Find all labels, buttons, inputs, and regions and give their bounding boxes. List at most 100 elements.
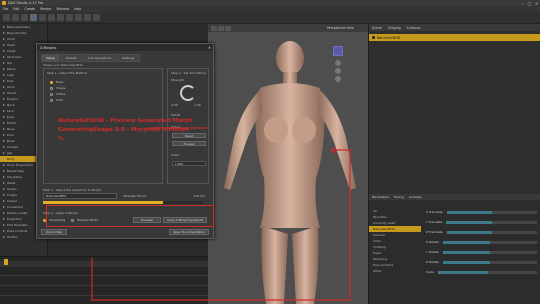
timeline[interactable] <box>0 256 208 304</box>
radio-icon[interactable] <box>50 92 53 96</box>
expand-arrow-icon[interactable] <box>3 56 5 58</box>
expand-arrow-icon[interactable] <box>3 38 5 40</box>
expand-arrow-icon[interactable] <box>3 104 5 106</box>
expand-arrow-icon[interactable] <box>3 176 5 178</box>
playhead-icon[interactable] <box>4 259 8 265</box>
tree-item-label: Chest <box>7 49 16 53</box>
tab-setup[interactable]: Setup <box>41 54 60 62</box>
method-option[interactable]: Push <box>50 97 66 103</box>
tree-item-label: Calves <box>7 199 17 203</box>
parameter-category[interactable]: Other <box>369 268 421 274</box>
open-documentation-button[interactable]: Open Documentation <box>169 229 209 235</box>
dialog-description: Shape your NatureGirl8HD <box>43 63 83 67</box>
expand-arrow-icon[interactable] <box>3 44 5 46</box>
expand-arrow-icon[interactable] <box>3 218 5 220</box>
select-tool-icon[interactable] <box>30 14 37 21</box>
open-icon[interactable] <box>12 14 19 21</box>
menu-edit[interactable]: Edit <box>13 7 19 11</box>
expand-arrow-icon[interactable] <box>3 134 5 136</box>
tree-item-label: Pelvis <box>7 67 16 71</box>
expand-arrow-icon[interactable] <box>3 74 5 76</box>
strength-bar[interactable] <box>43 201 203 204</box>
draw-style-icon[interactable] <box>218 25 224 31</box>
render-icon[interactable] <box>84 14 91 21</box>
parameter-slider[interactable] <box>442 250 537 254</box>
expand-arrow-icon[interactable] <box>3 122 5 124</box>
expand-arrow-icon[interactable] <box>3 110 5 112</box>
morph-select-field[interactable]: NatureGirl8HD <box>43 193 117 199</box>
expand-arrow-icon[interactable] <box>3 50 5 52</box>
timeline-ruler[interactable] <box>0 261 208 267</box>
menu-help[interactable]: Help <box>74 7 81 11</box>
parameter-slider[interactable] <box>442 240 537 244</box>
expand-arrow-icon[interactable] <box>3 200 5 202</box>
radio-icon[interactable] <box>50 86 53 90</box>
expand-arrow-icon[interactable] <box>3 230 5 232</box>
menu-create[interactable]: Create <box>25 7 36 11</box>
expand-arrow-icon[interactable] <box>3 128 5 130</box>
tab-shaping[interactable]: Shaping <box>388 26 401 30</box>
expand-arrow-icon[interactable] <box>3 170 5 172</box>
tab-live-operations[interactable]: Live Operations <box>82 54 117 62</box>
tree-item-label: Nose <box>7 127 15 131</box>
expand-arrow-icon[interactable] <box>3 152 5 154</box>
universal-tool-icon[interactable] <box>66 14 73 21</box>
scale-field[interactable]: 1.000 <box>172 161 206 166</box>
tab-parameters[interactable]: Parameters <box>372 195 389 199</box>
expand-arrow-icon[interactable] <box>3 188 5 190</box>
dialog-close-icon[interactable]: × <box>206 45 213 50</box>
tab-posing[interactable]: Posing <box>394 195 404 199</box>
menu-render[interactable]: Render <box>40 7 51 11</box>
expand-arrow-icon[interactable] <box>3 86 5 88</box>
joint-editor-icon[interactable] <box>75 14 82 21</box>
iray-preview-icon[interactable] <box>93 14 100 21</box>
tab-scene[interactable]: Scene <box>372 26 382 30</box>
quick-help-button[interactable]: Quick Help <box>41 229 67 235</box>
parameter-slider[interactable] <box>446 220 537 224</box>
parameter-slider[interactable] <box>446 230 537 234</box>
scale-tool-icon[interactable] <box>57 14 64 21</box>
expand-arrow-icon[interactable] <box>3 236 5 238</box>
tree-item-label: Torso Proportions <box>7 163 33 167</box>
strength-knob[interactable] <box>180 85 196 101</box>
save-icon[interactable] <box>21 14 28 21</box>
expand-arrow-icon[interactable] <box>3 194 5 196</box>
tree-item-label: Ears <box>7 133 14 137</box>
expand-arrow-icon[interactable] <box>3 206 5 208</box>
expand-arrow-icon[interactable] <box>3 182 5 184</box>
expand-arrow-icon[interactable] <box>3 140 5 142</box>
expand-arrow-icon[interactable] <box>3 32 5 34</box>
expand-arrow-icon[interactable] <box>3 146 5 148</box>
parameter-slider[interactable] <box>438 270 537 274</box>
new-scene-icon[interactable] <box>3 14 10 21</box>
menu-window[interactable]: Window <box>56 7 69 11</box>
tab-settings[interactable]: Settings <box>117 54 140 62</box>
expand-arrow-icon[interactable] <box>3 98 5 100</box>
visibility-eye-icon[interactable] <box>372 36 375 39</box>
radio-checked-icon[interactable] <box>50 80 53 84</box>
expand-arrow-icon[interactable] <box>3 68 5 70</box>
figure-model[interactable] <box>220 38 360 304</box>
tab-animate[interactable]: Animate <box>409 195 422 199</box>
expand-arrow-icon[interactable] <box>3 116 5 118</box>
viewport-menu-icon[interactable] <box>211 25 217 31</box>
expand-arrow-icon[interactable] <box>3 80 5 82</box>
expand-arrow-icon[interactable] <box>3 26 5 28</box>
tab-surfaces[interactable]: Surfaces <box>407 26 421 30</box>
parameter-slider[interactable] <box>446 210 537 214</box>
scene-item-selected[interactable]: NatureGirl8HD <box>369 34 540 41</box>
aux-viewport-icon[interactable] <box>225 25 231 31</box>
camera-selector[interactable]: Perspective View <box>327 26 354 30</box>
expand-arrow-icon[interactable] <box>3 212 5 214</box>
parameter-slider[interactable] <box>442 260 537 264</box>
tab-presets[interactable]: Presets <box>60 54 82 62</box>
expand-arrow-icon[interactable] <box>3 92 5 94</box>
rotate-tool-icon[interactable] <box>48 14 55 21</box>
translate-tool-icon[interactable] <box>39 14 46 21</box>
menu-file[interactable]: File <box>3 7 8 11</box>
expand-arrow-icon[interactable] <box>3 224 5 226</box>
radio-icon[interactable] <box>50 98 53 102</box>
expand-arrow-icon[interactable] <box>3 158 5 160</box>
expand-arrow-icon[interactable] <box>3 62 5 64</box>
expand-arrow-icon[interactable] <box>3 164 5 166</box>
